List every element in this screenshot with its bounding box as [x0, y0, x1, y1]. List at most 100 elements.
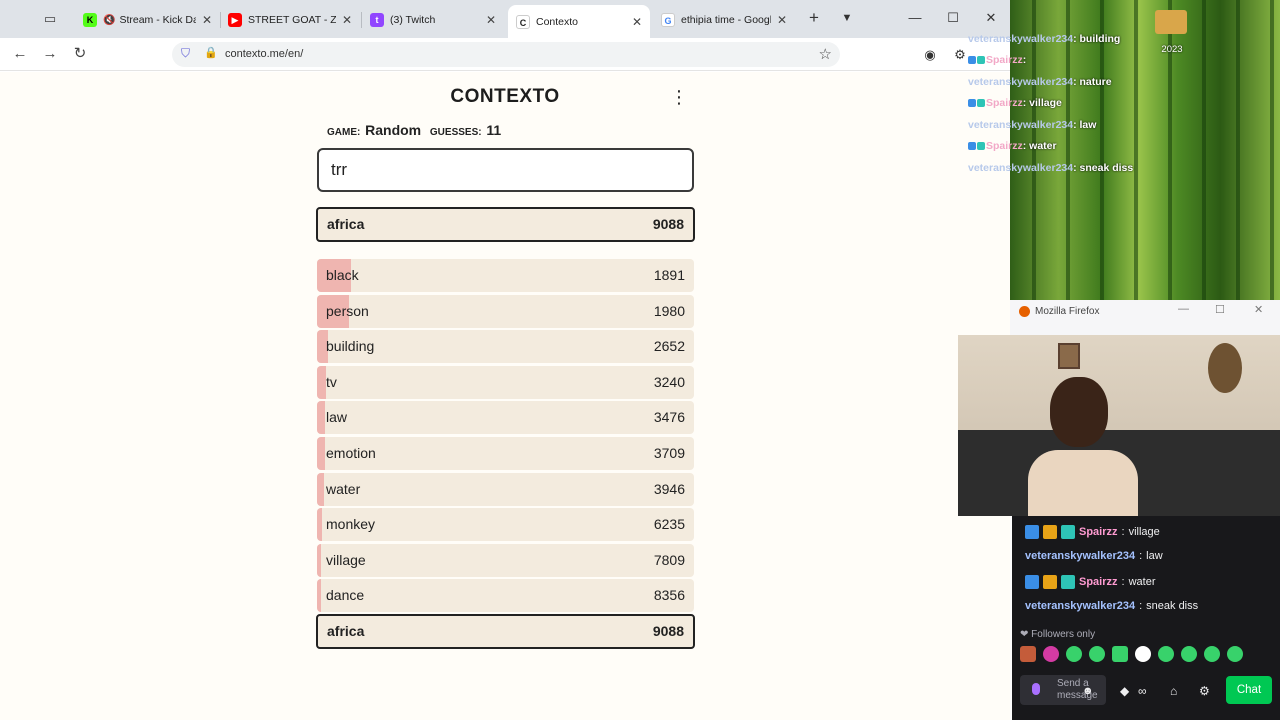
more-options-icon[interactable]: ⋮ — [670, 86, 688, 108]
chat-text: water — [1128, 576, 1156, 588]
chat-message: veteranskywalker234: law — [1025, 550, 1163, 562]
navigation-toolbar: ← → ↻ ⛉ 🔒 contexto.me/en/ ☆ ◉ ⚙ — [0, 38, 1010, 71]
tab-list-chevron-icon[interactable]: ▼ — [838, 9, 856, 27]
tab-contexto[interactable]: C Contexto ✕ — [508, 5, 650, 38]
close-tab-icon[interactable]: ✕ — [632, 15, 642, 29]
overlay-chat-message: : village — [1022, 97, 1062, 110]
emote-icon[interactable] — [1020, 646, 1036, 662]
emote-icon[interactable] — [1204, 646, 1220, 662]
close-tab-icon[interactable]: ✕ — [342, 13, 352, 27]
guess-input[interactable] — [317, 148, 694, 192]
close-tab-icon[interactable]: ✕ — [202, 13, 212, 27]
streamer — [1028, 365, 1138, 516]
overlay-chat-line: Spairzz : — [968, 50, 1143, 72]
address-bar[interactable]: ⛉ 🔒 contexto.me/en/ ☆ — [172, 42, 840, 67]
tab-title: STREET GOAT - ZEOTE — [248, 14, 336, 26]
maximize-icon[interactable]: ☐ — [942, 8, 964, 28]
youtube-icon: ▶ — [228, 13, 242, 27]
guess-rank: 7809 — [653, 551, 685, 568]
reload-icon[interactable]: ↻ — [70, 44, 90, 64]
badge-icon — [977, 99, 985, 108]
chat-badge-icon[interactable] — [1025, 525, 1039, 539]
contexto-icon: C — [516, 14, 530, 29]
tab-title: ethipia time - Google — [681, 14, 771, 26]
bookmark-star-icon[interactable]: ☆ — [819, 45, 832, 63]
tab-twitch[interactable]: t (3) Twitch ✕ — [362, 6, 504, 34]
chat-username[interactable]: Spairzz — [1079, 576, 1118, 588]
tracking-shield-icon[interactable]: ⛉ — [181, 46, 190, 61]
overlay-chat-message: : sneak diss — [1073, 161, 1134, 174]
overlay-chat-user: veteranskywalker234 — [968, 75, 1074, 88]
badge-icon — [977, 142, 985, 151]
tab-groups-icon[interactable]: ▭ — [40, 9, 60, 29]
emoji-icon[interactable]: ☻ — [1082, 685, 1094, 697]
guess-word: dance — [326, 587, 365, 604]
muted-speaker-icon[interactable]: 🔇 — [103, 15, 115, 26]
webcam-feed — [958, 335, 1280, 516]
guess-word: village — [326, 551, 366, 568]
emote-icon[interactable] — [1227, 646, 1243, 662]
chat-badge-icon[interactable] — [1043, 575, 1057, 589]
chat-message: Spairzz: water — [1025, 575, 1155, 589]
account-icon[interactable]: ◉ — [921, 46, 939, 64]
microphone-icon[interactable] — [1032, 683, 1040, 695]
infinity-icon[interactable]: ∞ — [1138, 684, 1147, 698]
chat-username[interactable]: Spairzz — [1079, 526, 1118, 538]
chat-username[interactable]: veteranskywalker234 — [1025, 600, 1135, 612]
emote-icon[interactable] — [1089, 646, 1105, 662]
settings-gear-icon[interactable]: ⚙ — [1199, 684, 1210, 698]
chat-separator: : — [1139, 600, 1143, 612]
new-tab-icon[interactable]: + — [805, 9, 823, 27]
guess-word: law — [326, 409, 348, 426]
emote-icon[interactable] — [1112, 646, 1128, 662]
overlay-chat-line: Spairzz : water — [968, 136, 1143, 158]
overlay-chat-user: Spairzz — [986, 97, 1023, 110]
chat-username[interactable]: veteranskywalker234 — [1025, 550, 1135, 562]
tab-strip: ▭ K 🔇 Stream - Kick Dashboard ✕ ▶ STREET… — [0, 0, 1010, 38]
emote-icon[interactable] — [1158, 646, 1174, 662]
heart-icon: ❤ — [1020, 629, 1029, 640]
guess-word: monkey — [326, 516, 376, 533]
chat-separator: : — [1139, 550, 1143, 562]
url-text[interactable]: contexto.me/en/ — [225, 48, 303, 60]
closeness-bar — [317, 579, 321, 613]
tab-google[interactable]: G ethipia time - Google ✕ — [653, 6, 795, 34]
chat-text: law — [1146, 550, 1163, 562]
overlay-chat-line: veteranskywalker234 : building — [968, 28, 1143, 50]
chat-badge-icon[interactable] — [1043, 525, 1057, 539]
guess-row: person 1980 — [317, 294, 694, 328]
chat-badge-icon[interactable] — [1025, 575, 1039, 589]
minimize-icon[interactable]: — — [1178, 303, 1189, 315]
chat-message: Spairzz: village — [1025, 525, 1160, 539]
guess-rank: 3709 — [653, 445, 685, 461]
emote-icon[interactable] — [1043, 646, 1059, 662]
bits-icon[interactable]: ◆ — [1120, 684, 1129, 698]
guess-row: dance 8356 — [317, 579, 694, 613]
contexto-page: CONTEXTO ⋮ GAME: Random GUESSES: 11 afri… — [0, 72, 1010, 720]
closeness-bar — [317, 365, 327, 399]
chat-badge-icon[interactable] — [1061, 525, 1075, 539]
overlay-chat-message: : nature — [1073, 75, 1112, 88]
twitch-icon: t — [370, 13, 384, 27]
forward-icon[interactable]: → — [40, 44, 60, 64]
close-tab-icon[interactable]: ✕ — [777, 13, 787, 27]
tab-street-goat[interactable]: ▶ STREET GOAT - ZEOTE ✕ — [220, 6, 360, 34]
extensions-icon[interactable]: ⚙ — [951, 46, 969, 64]
chat-badge-icon[interactable] — [1061, 575, 1075, 589]
overlay-chat-line: veteranskywalker234 : sneak diss — [968, 157, 1143, 179]
lock-icon[interactable]: 🔒 — [204, 46, 218, 59]
close-tab-icon[interactable]: ✕ — [486, 13, 496, 27]
closeness-bar — [317, 472, 324, 506]
emote-icon[interactable] — [1066, 646, 1082, 662]
maximize-icon[interactable]: ☐ — [1215, 303, 1225, 316]
store-icon[interactable]: ⌂ — [1170, 684, 1177, 698]
emote-icon[interactable] — [1135, 646, 1151, 662]
close-window-icon[interactable]: ✕ — [980, 8, 1002, 28]
chat-send-button[interactable]: Chat — [1226, 676, 1272, 704]
emote-icon[interactable] — [1181, 646, 1197, 662]
minimize-icon[interactable]: — — [904, 8, 926, 28]
back-icon[interactable]: ← — [10, 44, 30, 64]
overlay-chat-user: Spairzz — [986, 54, 1023, 67]
tab-kick-dashboard[interactable]: K 🔇 Stream - Kick Dashboard ✕ — [75, 6, 220, 34]
close-window-icon[interactable]: ✕ — [1254, 303, 1263, 316]
